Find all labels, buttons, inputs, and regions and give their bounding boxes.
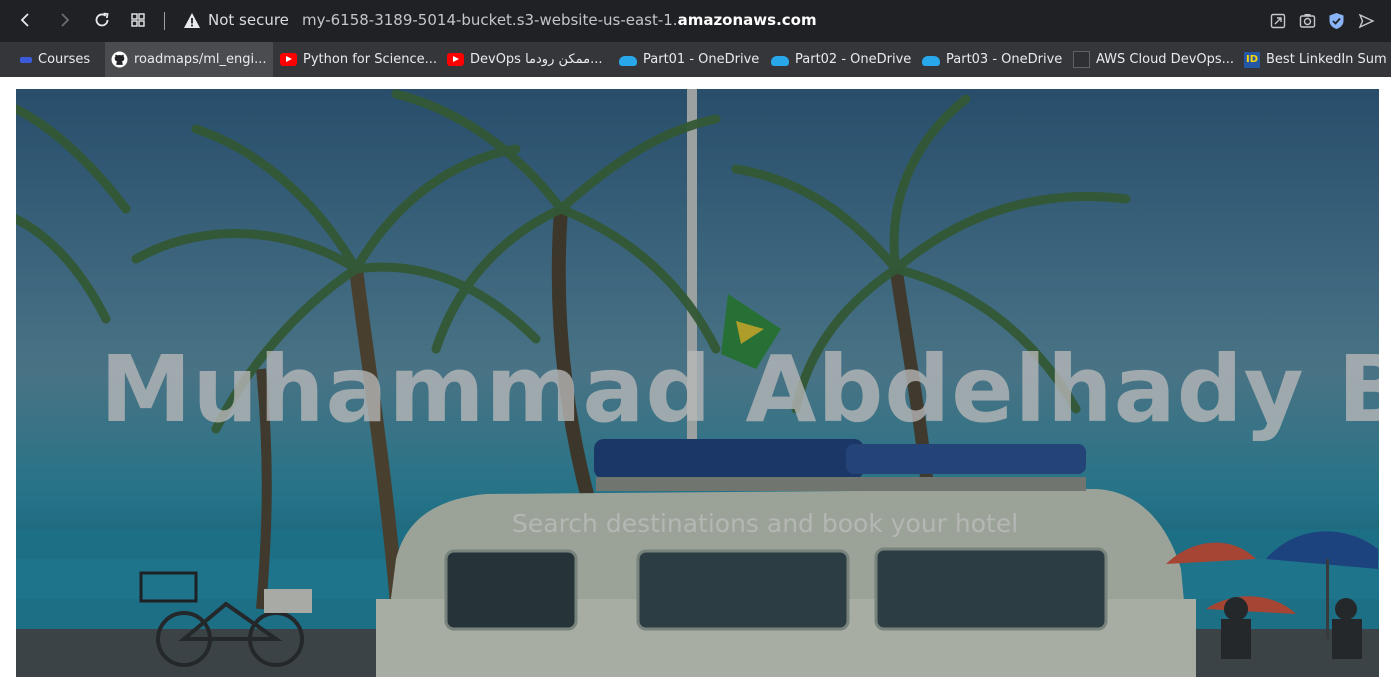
- send-icon: [1358, 13, 1375, 29]
- courses-icon: [20, 56, 32, 63]
- bookmark-label: roadmaps/ml_engi...: [134, 52, 267, 67]
- bookmark-roadmaps[interactable]: roadmaps/ml_engi...: [105, 42, 273, 77]
- bookmark-label: Courses: [38, 52, 91, 67]
- chevron-right-icon: [61, 13, 70, 27]
- toolbar-divider: [164, 12, 165, 30]
- send-button[interactable]: [1356, 11, 1376, 31]
- bookmark-label: Part01 - OneDrive: [643, 52, 760, 67]
- url-prefix: my-6158-3189-5014-bucket.s3-website-us-e…: [302, 11, 678, 29]
- bookmark-part01[interactable]: Part01 - OneDrive: [619, 42, 759, 77]
- url-domain: amazonaws.com: [677, 11, 817, 29]
- share-button[interactable]: [1268, 11, 1288, 31]
- hero-subtitle: Search destinations and book your hotel: [512, 509, 1019, 538]
- onedrive-icon: [619, 56, 637, 66]
- shield-icon: [1329, 13, 1343, 29]
- vpn-shield-button[interactable]: [1326, 11, 1346, 31]
- hero-title: Muhammad Abdelhady Blog: [100, 336, 1379, 443]
- security-warning-button[interactable]: [183, 12, 201, 33]
- aws-icon: [1073, 51, 1090, 68]
- bookmark-part02[interactable]: Part02 - OneDrive: [771, 42, 911, 77]
- share-icon: [1270, 13, 1286, 29]
- onedrive-icon: [922, 56, 940, 66]
- youtube-icon: [280, 53, 297, 66]
- bookmark-label: AWS Cloud DevOps...: [1096, 52, 1235, 67]
- bookmark-aws-devops[interactable]: AWS Cloud DevOps...: [1073, 42, 1234, 77]
- bookmark-linkedin-summary[interactable]: ID Best LinkedIn Sum: [1244, 42, 1387, 77]
- tab-grid-button[interactable]: [126, 8, 150, 32]
- forward-button[interactable]: [52, 8, 76, 32]
- indeed-icon: ID: [1244, 51, 1260, 68]
- github-icon: [111, 51, 128, 68]
- security-status-label[interactable]: Not secure: [208, 11, 289, 29]
- bookmark-devops[interactable]: DevOps ممكن رودما...: [447, 42, 602, 77]
- page-viewport: Muhammad Abdelhady Blog Search destinati…: [0, 77, 1391, 677]
- bookmarks-bar: Courses roadmaps/ml_engi... Python for S…: [0, 42, 1391, 77]
- bookmark-label: Part03 - OneDrive: [946, 52, 1063, 67]
- address-bar[interactable]: my-6158-3189-5014-bucket.s3-website-us-e…: [302, 11, 817, 29]
- reload-icon: [95, 12, 109, 27]
- camera-icon: [1299, 14, 1315, 28]
- reload-button[interactable]: [90, 8, 114, 32]
- bookmark-python[interactable]: Python for Science...: [280, 42, 437, 77]
- hero-banner: Muhammad Abdelhady Blog Search destinati…: [16, 89, 1379, 677]
- grid-icon: [131, 13, 145, 27]
- bookmark-label: DevOps ممكن رودما...: [470, 52, 603, 67]
- bookmark-courses[interactable]: Courses: [20, 42, 90, 77]
- bookmark-part03[interactable]: Part03 - OneDrive: [922, 42, 1062, 77]
- bookmark-label: Best LinkedIn Sum: [1266, 52, 1387, 67]
- youtube-icon: [447, 53, 464, 66]
- bookmark-label: Python for Science...: [303, 52, 437, 67]
- onedrive-icon: [771, 56, 789, 66]
- chevron-left-icon: [20, 13, 29, 27]
- browser-toolbar: Not secure my-6158-3189-5014-bucket.s3-w…: [0, 0, 1391, 42]
- screenshot-button[interactable]: [1297, 11, 1317, 31]
- bookmark-label: Part02 - OneDrive: [795, 52, 912, 67]
- warning-icon: [184, 13, 200, 28]
- back-button[interactable]: [14, 8, 38, 32]
